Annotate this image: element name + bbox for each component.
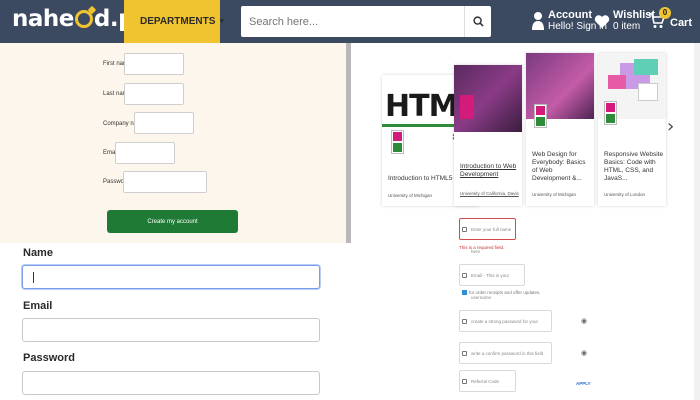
university-logo — [391, 130, 404, 154]
first-name-field[interactable] — [124, 53, 184, 75]
wishlist-count: 0 item — [613, 21, 641, 32]
create-account-button[interactable]: Create my account — [107, 210, 238, 233]
course-provider: University of London — [604, 192, 646, 197]
university-logo — [534, 104, 547, 128]
departments-label: DEPARTMENTS — [140, 16, 216, 27]
name-field[interactable] — [22, 265, 320, 289]
create-password-field[interactable]: create a strong password for your securi… — [459, 310, 552, 346]
username-email-field[interactable]: Email - This is your username — [459, 264, 525, 300]
course-card[interactable]: Web Design for Everybody: Basics of Web … — [526, 53, 594, 206]
confirm-password-field[interactable]: write a confirm password in this field — [459, 342, 552, 364]
course-card[interactable]: Responsive Website Basics: Code with HTM… — [598, 53, 666, 206]
search-bar — [241, 6, 491, 37]
user-icon — [532, 12, 544, 30]
wishlist-link[interactable]: Wishlist 0 item — [594, 9, 655, 33]
cart-label: Cart — [670, 17, 693, 29]
show-password-icon[interactable]: ◉ — [581, 317, 587, 325]
cart-count-badge: 0 — [659, 7, 671, 19]
heart-icon — [594, 14, 610, 28]
email-field-small[interactable] — [115, 142, 175, 164]
course-provider: University of Michigan — [532, 192, 577, 197]
password-label: Password — [23, 352, 75, 364]
course-thumbnail — [454, 65, 522, 132]
course-card[interactable]: Introduction to Web Development Universi… — [454, 65, 522, 206]
referral-placeholder: Referral Code — [471, 379, 500, 384]
email-label: Email — [23, 300, 53, 312]
lock-icon — [462, 351, 467, 356]
email-placeholder: Email - This is your username — [471, 273, 510, 300]
top-header: nahed.pk DEPARTMENTS ▼ AccountHello! Sig… — [0, 0, 700, 43]
course-title: Web Design for Everybody: Basics of Web … — [532, 151, 586, 182]
required-error: This is a required field. — [459, 245, 505, 250]
cart-link[interactable]: 0 Cart — [648, 7, 693, 34]
password-field-small[interactable] — [123, 171, 207, 193]
search-icon — [472, 16, 484, 27]
gift-icon — [462, 379, 467, 384]
caret-down-icon: ▼ — [218, 18, 226, 25]
email-field[interactable] — [22, 318, 320, 342]
course-provider: University of California, Davis — [460, 191, 519, 196]
logo-ring-icon — [74, 10, 93, 28]
course-provider: University of Michigan — [388, 193, 433, 198]
course-thumbnail — [526, 53, 594, 128]
referral-code-field[interactable]: Referral Code — [459, 370, 516, 392]
name-label: Name — [23, 247, 53, 259]
university-logo — [604, 101, 617, 125]
user-field-icon — [462, 227, 467, 232]
course-thumbnail — [598, 53, 666, 125]
course-title[interactable]: Introduction to Web Development — [460, 163, 520, 179]
lock-icon — [462, 319, 467, 324]
carousel-next-arrow[interactable]: › — [667, 116, 674, 137]
info-icon — [462, 290, 467, 295]
show-confirm-password-icon[interactable]: ◉ — [581, 349, 587, 357]
email-note: for order receipts and offer updates. — [462, 290, 540, 295]
company-name-field[interactable] — [134, 112, 194, 134]
last-name-field[interactable] — [124, 83, 184, 105]
password-field[interactable] — [22, 371, 320, 395]
right-scrollbar[interactable] — [694, 43, 700, 400]
left-scrollbar[interactable] — [346, 43, 351, 243]
mail-icon — [462, 273, 467, 278]
confirm-password-placeholder: write a confirm password in this field — [471, 351, 544, 356]
logo-text-start: nahe — [12, 6, 74, 32]
search-input[interactable] — [241, 6, 464, 37]
university-logo — [460, 95, 474, 119]
departments-button[interactable]: DEPARTMENTS ▼ — [124, 0, 225, 43]
email-note-text: for order receipts and offer updates. — [469, 290, 541, 295]
full-name-field[interactable]: Enter your full name here — [459, 218, 516, 254]
apply-button[interactable]: APPLY — [576, 381, 591, 386]
course-title: Responsive Website Basics: Code with HTM… — [604, 151, 664, 182]
search-button[interactable] — [464, 6, 491, 37]
